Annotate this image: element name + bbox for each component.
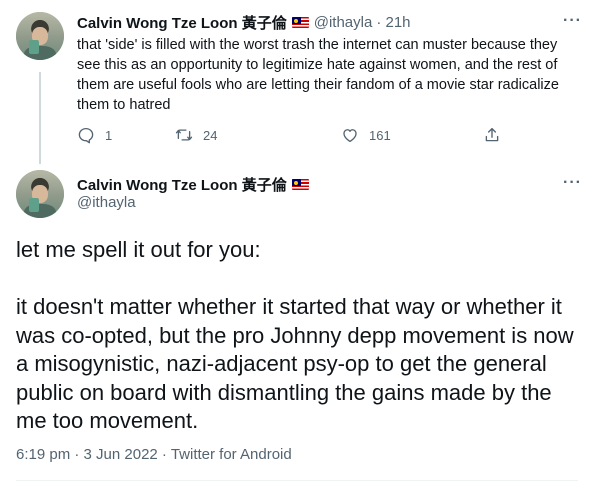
author-handle[interactable]: @ithayla	[314, 14, 373, 31]
like-icon	[343, 129, 357, 143]
author-handle[interactable]: @ithayla	[77, 194, 136, 211]
tweet-time[interactable]: · 21h	[376, 14, 410, 31]
reply-icon	[78, 127, 94, 144]
retweet-count: 24	[203, 127, 218, 143]
flag-icon	[291, 17, 309, 28]
retweet-icon	[175, 129, 193, 141]
flag-icon	[291, 179, 309, 190]
more-icon[interactable]: ···	[563, 12, 582, 30]
divider	[16, 480, 578, 481]
more-icon[interactable]: ···	[563, 174, 582, 192]
author-display-name[interactable]: Calvin Wong Tze Loon 黃子倫	[77, 174, 287, 195]
retweet-button[interactable]: 24	[175, 126, 217, 144]
main-author-row: Calvin Wong Tze Loon 黃子倫	[77, 174, 309, 195]
thread-connector-line	[39, 72, 41, 164]
main-tweet-text: let me spell it out for you: it doesn't …	[16, 237, 574, 433]
reply-author-row: Calvin Wong Tze Loon 黃子倫 @ithayla · 21h	[77, 12, 411, 33]
share-button[interactable]	[483, 126, 511, 144]
author-display-name[interactable]: Calvin Wong Tze Loon 黃子倫	[77, 12, 287, 33]
reply-button[interactable]: 1	[77, 126, 112, 144]
avatar[interactable]	[16, 12, 64, 60]
reply-count: 1	[105, 127, 113, 143]
reply-tweet-text: that 'side' is filled with the worst tra…	[77, 37, 559, 113]
tweet-timestamp[interactable]: 6:19 pm · 3 Jun 2022 · Twitter for Andro…	[16, 446, 292, 463]
avatar[interactable]	[16, 170, 64, 218]
reply-action-bar: 1 24 161	[77, 126, 517, 148]
share-icon	[485, 127, 499, 142]
like-button[interactable]: 161	[341, 126, 391, 144]
like-count: 161	[369, 127, 391, 143]
